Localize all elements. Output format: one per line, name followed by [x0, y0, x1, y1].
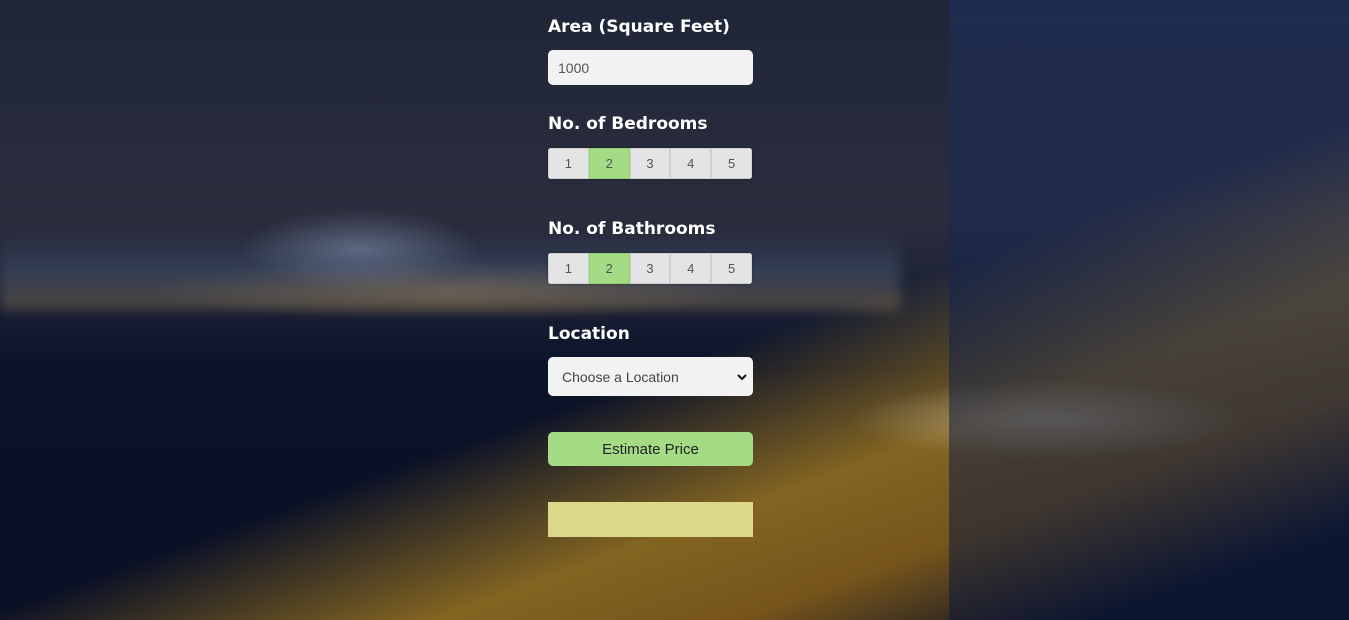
- chevron-down-icon: [737, 373, 747, 380]
- estimated-price-result: [548, 502, 753, 537]
- location-selected-value: Choose a Location: [562, 368, 679, 385]
- bathrooms-switch: 1 2 3 4 5: [548, 253, 752, 284]
- location-label: Location: [548, 324, 630, 344]
- location-select[interactable]: Choose a Location: [548, 357, 753, 396]
- bedrooms-switch: 1 2 3 4 5: [548, 148, 752, 179]
- bedroom-option-2[interactable]: 2: [588, 148, 630, 179]
- area-label: Area (Square Feet): [548, 17, 730, 37]
- bathroom-option-2[interactable]: 2: [588, 253, 630, 284]
- background-city: [0, 230, 900, 310]
- bathrooms-label: No. of Bathrooms: [548, 219, 716, 239]
- bathroom-option-4[interactable]: 4: [670, 253, 712, 284]
- bedroom-option-5[interactable]: 5: [711, 148, 752, 179]
- bathroom-option-3[interactable]: 3: [629, 253, 671, 284]
- area-input[interactable]: [548, 50, 753, 85]
- bedrooms-label: No. of Bedrooms: [548, 114, 708, 134]
- bedroom-option-1[interactable]: 1: [548, 148, 589, 179]
- bedroom-option-4[interactable]: 4: [670, 148, 712, 179]
- background-overlay: [949, 0, 1349, 620]
- bathroom-option-5[interactable]: 5: [711, 253, 752, 284]
- bathroom-option-1[interactable]: 1: [548, 253, 589, 284]
- estimate-price-button[interactable]: Estimate Price: [548, 432, 753, 466]
- bedroom-option-3[interactable]: 3: [629, 148, 671, 179]
